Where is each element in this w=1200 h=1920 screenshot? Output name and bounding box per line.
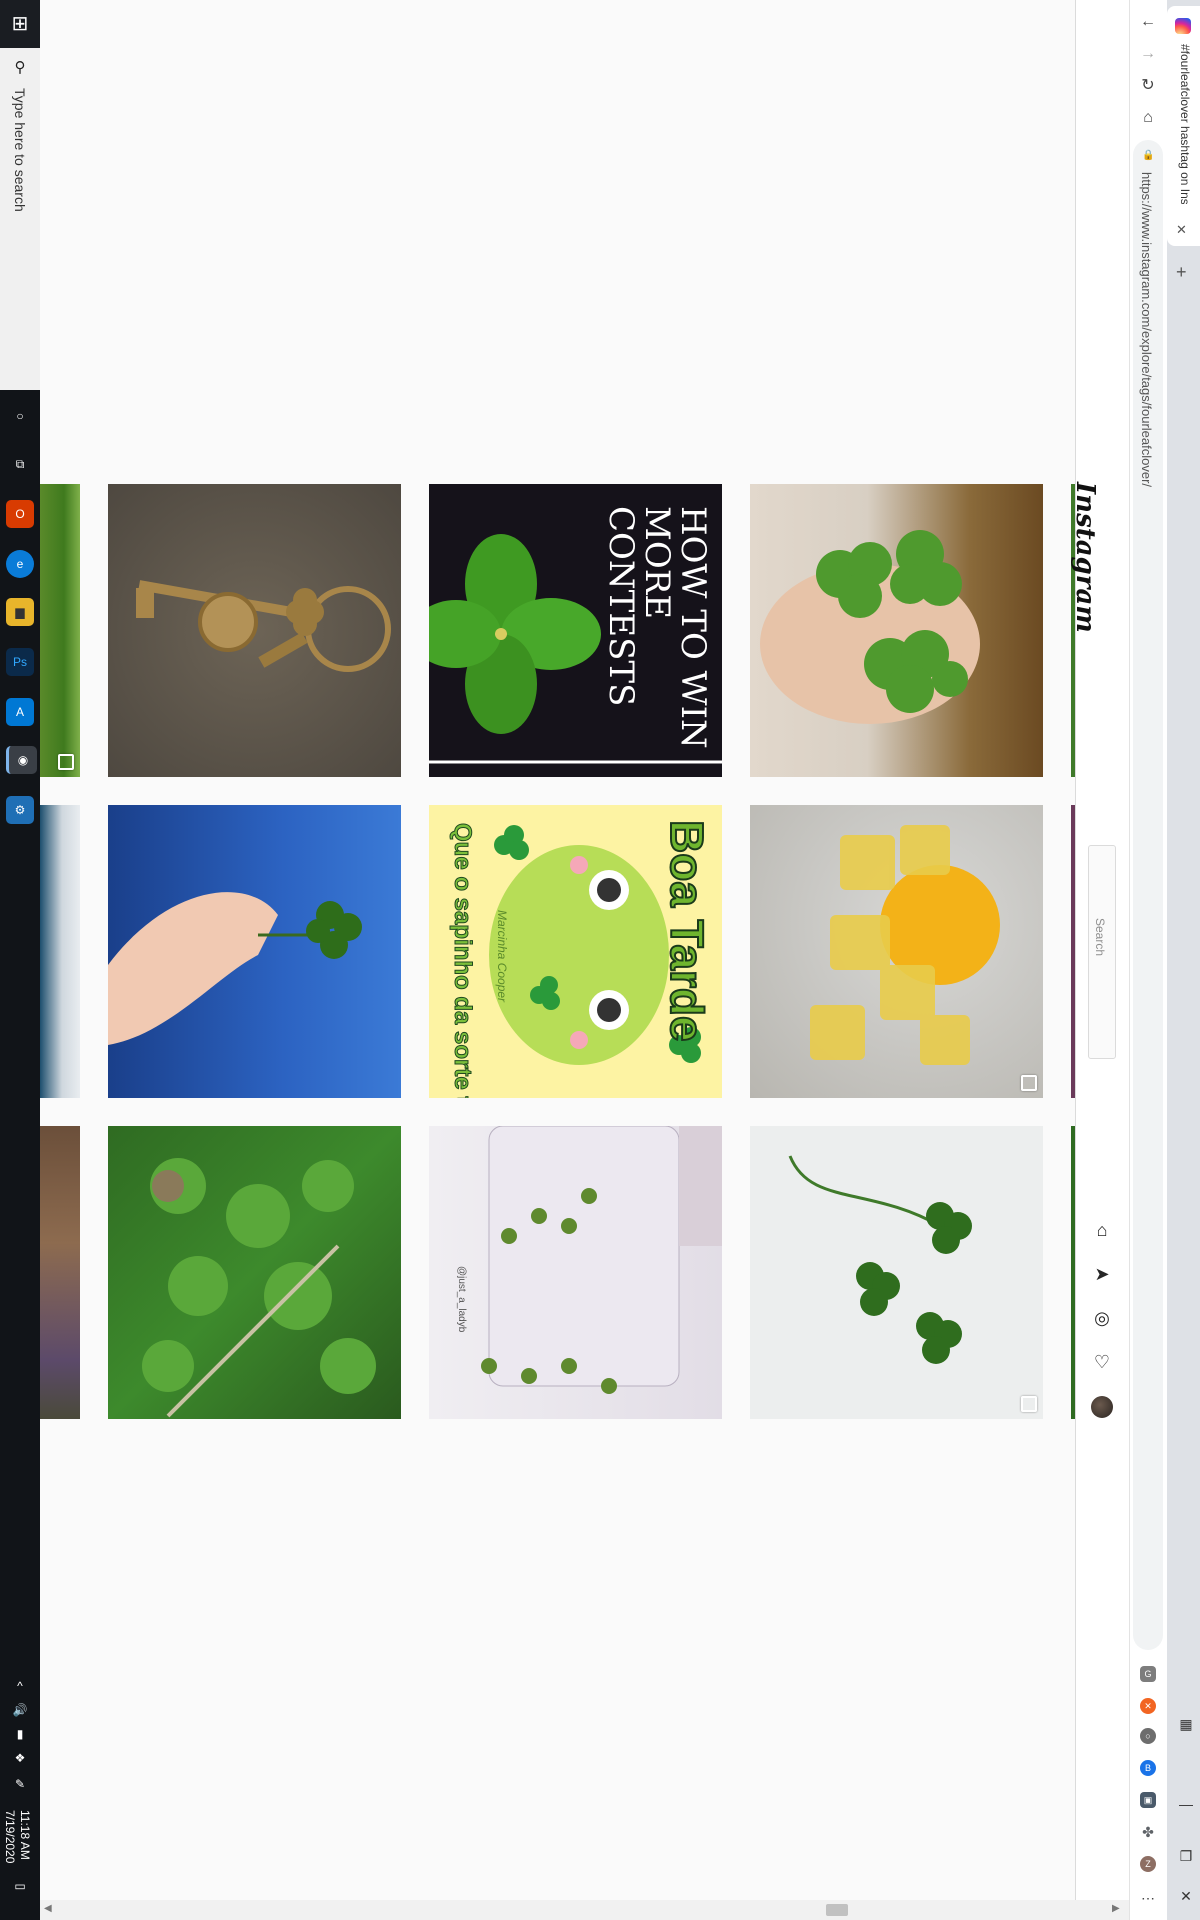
home-page-icon[interactable]: ⌂ (1136, 106, 1160, 130)
dropbox-icon[interactable]: ❖ (12, 1750, 28, 1766)
scrollbar-thumb[interactable] (826, 1904, 848, 1916)
post-partial-left-2[interactable] (40, 805, 80, 1098)
file-explorer-icon[interactable]: ▆ (6, 598, 34, 626)
profile-avatar[interactable] (1091, 1396, 1113, 1418)
post-key-keychain[interactable] (108, 484, 401, 777)
post-clover-blue-sky[interactable] (108, 805, 401, 1098)
ext-circle-icon[interactable]: ○ (1140, 1728, 1156, 1744)
activity-heart-icon[interactable]: ♡ (1090, 1350, 1114, 1374)
post-clovers-in-hand[interactable] (750, 484, 1043, 777)
lock-icon[interactable]: 🔒 (1142, 150, 1154, 161)
clock-date: 7/19/2020 (3, 1810, 17, 1864)
clover-sky-art (108, 892, 362, 1045)
post-partial-left-3[interactable] (40, 1126, 80, 1419)
instagram-favicon-icon (1175, 18, 1191, 34)
url-text: https://www.instagram.com/explore/tags/f… (1139, 172, 1154, 488)
post-watermark: @just_a_ladyb (456, 1266, 467, 1333)
ext-orange-icon[interactable]: ✕ (1140, 1698, 1156, 1714)
cortana-icon[interactable]: ○ (6, 402, 34, 430)
start-button[interactable]: ⊞ (0, 0, 40, 48)
post-how-to-win-contests[interactable]: HOW TO WIN MORE CONTESTS (429, 484, 722, 777)
home-icon[interactable]: ⌂ (1090, 1218, 1114, 1242)
tab-strip (1167, 0, 1200, 1920)
notification-icon[interactable]: ▭ (12, 1878, 28, 1894)
battery-icon[interactable]: ▮ (12, 1726, 28, 1742)
azure-icon[interactable]: A (6, 698, 34, 726)
ext-g-icon[interactable]: G (1140, 1666, 1156, 1682)
settings-icon[interactable]: ⚙ (6, 796, 34, 824)
layout-icon[interactable]: ▦ (1176, 1714, 1196, 1734)
post-partial-left-1[interactable] (40, 484, 80, 777)
post-boa-tarde-signature: Marcinha Cooper (495, 910, 509, 1003)
multiple-posts-icon (1021, 1396, 1037, 1412)
post-pressed-clovers-laminator[interactable]: @just_a_ladyb (429, 1126, 722, 1419)
post-clover-patch[interactable] (108, 1126, 401, 1419)
taskbar-search-placeholder: Type here to search (12, 88, 28, 212)
photoshop-icon[interactable]: Ps (6, 648, 34, 676)
clovers-hand-art (760, 530, 980, 724)
instagram-logo[interactable]: Instagram (1070, 482, 1100, 633)
minimize-button[interactable]: — (1176, 1794, 1196, 1814)
three-clovers-art (788, 1155, 972, 1364)
scroll-left-arrow-icon[interactable]: ◀ (44, 1903, 52, 1914)
post-boa-tarde-subtitle: Que o sapinho da sorte te acompanhe (449, 823, 477, 1099)
post-boa-tarde-frog[interactable]: Boa Tarde Que o sapinho da sorte te acom… (429, 805, 722, 1098)
extensions-puzzle-icon[interactable]: ✤ (1140, 1824, 1156, 1840)
direct-messages-icon[interactable]: ➤ (1090, 1262, 1114, 1286)
post-boa-tarde-title: Boa Tarde (660, 819, 714, 1043)
office-icon[interactable]: O (6, 500, 34, 528)
edge-icon[interactable]: e (6, 550, 34, 578)
reload-icon[interactable]: ↻ (1136, 74, 1160, 98)
scroll-right-arrow-icon[interactable]: ▶ (1112, 1903, 1120, 1914)
profile-icon[interactable]: Z (1140, 1856, 1156, 1872)
restore-button[interactable]: ❐ (1176, 1846, 1196, 1866)
browser-menu-icon[interactable]: ⋯ (1136, 1886, 1160, 1910)
post-caption-overlay: HOW TO WIN MORE CONTESTS (601, 506, 713, 749)
tray-chevron-icon[interactable]: ^ (12, 1678, 28, 1694)
explore-compass-icon[interactable]: ◎ (1090, 1306, 1114, 1330)
post-lemon-jelly[interactable] (750, 805, 1043, 1098)
post-three-clovers-white[interactable] (750, 1126, 1043, 1419)
chrome-icon[interactable]: ◉ (6, 746, 37, 774)
back-arrow-icon[interactable]: ← (1136, 10, 1160, 34)
pen-icon[interactable]: ✎ (12, 1776, 28, 1792)
multiple-posts-icon (1021, 1075, 1037, 1091)
horizontal-scrollbar[interactable] (40, 1900, 1129, 1920)
laminator-art (481, 1126, 722, 1394)
new-tab-button[interactable]: + (1176, 262, 1187, 283)
tab-title: #fourleafclover hashtag on Insta (1178, 44, 1192, 204)
search-icon: ⚲ (14, 59, 26, 76)
close-window-button[interactable]: ✕ (1176, 1886, 1196, 1906)
ext-photo-icon[interactable]: ▣ (1140, 1792, 1156, 1808)
lemon-jelly-art (810, 825, 1000, 1065)
forward-arrow-icon[interactable]: → (1136, 42, 1160, 66)
taskbar-clock[interactable]: 11:18 AM 7/19/2020 (2, 1810, 32, 1863)
multiple-posts-icon (58, 754, 74, 770)
instagram-search-placeholder: Search (1093, 918, 1107, 957)
clock-time: 11:18 AM (18, 1810, 32, 1860)
ext-blue-icon[interactable]: B (1140, 1760, 1156, 1776)
tab-close-icon[interactable]: ✕ (1176, 222, 1187, 238)
clover-patch-art (142, 1158, 376, 1418)
volume-icon[interactable]: 🔊 (12, 1702, 28, 1718)
key-keychain-art (136, 580, 391, 672)
task-view-icon[interactable]: ⧉ (6, 450, 34, 478)
